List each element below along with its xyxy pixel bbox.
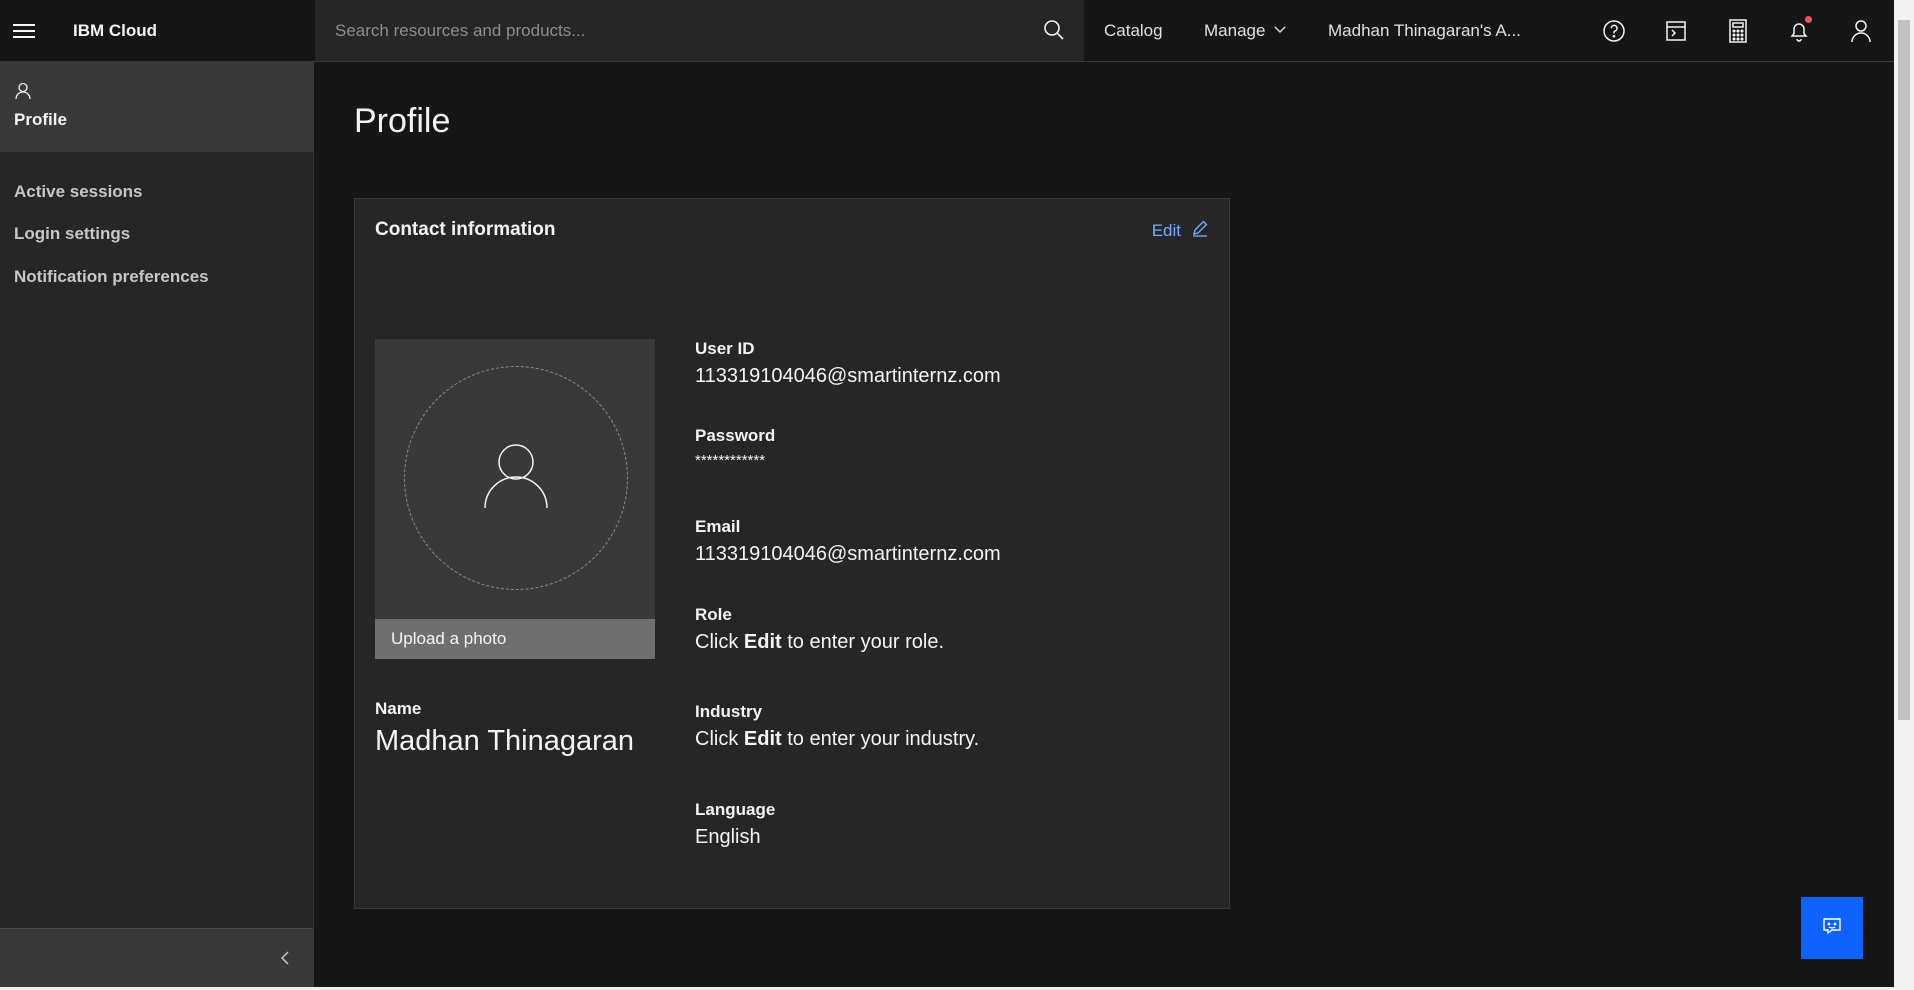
sidebar-item-active-sessions[interactable]: Active sessions	[14, 182, 143, 202]
password-value: ************	[695, 452, 766, 469]
account-switcher[interactable]: Madhan Thinagaran's A...	[1328, 0, 1521, 61]
chat-icon	[1822, 916, 1842, 941]
user-id-label: User ID	[695, 339, 755, 358]
industry-label: Industry	[695, 702, 763, 721]
page-title: Profile	[354, 102, 451, 140]
role-suffix: to enter your role.	[787, 631, 944, 653]
industry-field: Industry Click Edit to enter your indust…	[695, 702, 979, 751]
menu-icon[interactable]	[0, 0, 48, 61]
notification-bell-icon[interactable]	[1783, 15, 1815, 47]
manage-menu[interactable]: Manage	[1204, 0, 1287, 61]
industry-edit-emphasis: Edit	[743, 728, 782, 750]
language-label: Language	[695, 800, 776, 819]
sidebar-item-profile[interactable]: Profile	[0, 62, 313, 152]
contact-information-card: Contact information Edit Upload a photo …	[354, 198, 1230, 909]
user-id-field: User ID 113319104046@smartinternz.com	[695, 339, 1001, 388]
role-prefix: Click	[695, 631, 739, 653]
sidebar-item-label: Profile	[14, 110, 67, 129]
side-nav: Profile Active sessions Login settings N…	[0, 62, 314, 990]
help-icon[interactable]	[1598, 15, 1630, 47]
cost-estimator-icon[interactable]	[1660, 15, 1692, 47]
sidebar-footer	[0, 928, 313, 990]
edit-button[interactable]: Edit	[1152, 219, 1209, 242]
manage-label: Manage	[1204, 20, 1266, 40]
language-field: Language English	[695, 800, 775, 849]
email-value: 113319104046@smartinternz.com	[695, 543, 1001, 565]
upload-photo-button[interactable]: Upload a photo	[375, 619, 655, 659]
industry-suffix: to enter your industry.	[787, 728, 980, 750]
role-field: Role Click Edit to enter your role.	[695, 605, 944, 654]
photo-placeholder	[404, 366, 628, 590]
search-icon[interactable]	[1042, 18, 1066, 47]
brand-logo[interactable]: IBM Cloud	[73, 21, 313, 41]
user-avatar-icon[interactable]	[1845, 15, 1877, 47]
search-bar	[315, 0, 1084, 61]
scrollbar-thumb[interactable]	[1898, 20, 1910, 720]
sidebar-item-notification-preferences[interactable]: Notification preferences	[14, 267, 209, 287]
industry-value: Click Edit to enter your industry.	[695, 728, 979, 751]
top-header: IBM Cloud Catalog Manage Madhan Thinagar…	[0, 0, 1894, 62]
role-value: Click Edit to enter your role.	[695, 631, 944, 654]
role-edit-emphasis: Edit	[743, 631, 782, 653]
name-value: Madhan Thinagaran	[375, 725, 635, 757]
user-silhouette-icon	[483, 442, 549, 515]
card-title: Contact information	[375, 219, 556, 240]
notification-badge	[1805, 16, 1812, 23]
edit-label: Edit	[1151, 220, 1181, 240]
industry-prefix: Click	[695, 728, 739, 750]
search-input[interactable]	[333, 19, 1017, 42]
profile-photo	[375, 339, 655, 619]
email-field: Email 113319104046@smartinternz.com	[695, 517, 1001, 566]
chevron-down-icon	[1273, 21, 1287, 41]
chevron-left-icon[interactable]	[277, 949, 293, 972]
name-label: Name	[375, 699, 422, 718]
password-field: Password ************	[695, 426, 775, 469]
catalog-link[interactable]: Catalog	[1104, 0, 1163, 61]
user-id-value: 113319104046@smartinternz.com	[695, 365, 1001, 387]
pencil-icon	[1191, 219, 1209, 242]
vertical-scrollbar[interactable]	[1894, 0, 1914, 990]
password-label: Password	[695, 426, 776, 445]
calculator-icon[interactable]	[1722, 15, 1754, 47]
language-value: English	[695, 826, 761, 848]
email-label: Email	[695, 517, 741, 536]
role-label: Role	[695, 605, 732, 624]
user-icon	[14, 82, 32, 105]
chat-button[interactable]	[1801, 897, 1863, 959]
sidebar-item-login-settings[interactable]: Login settings	[14, 224, 130, 244]
